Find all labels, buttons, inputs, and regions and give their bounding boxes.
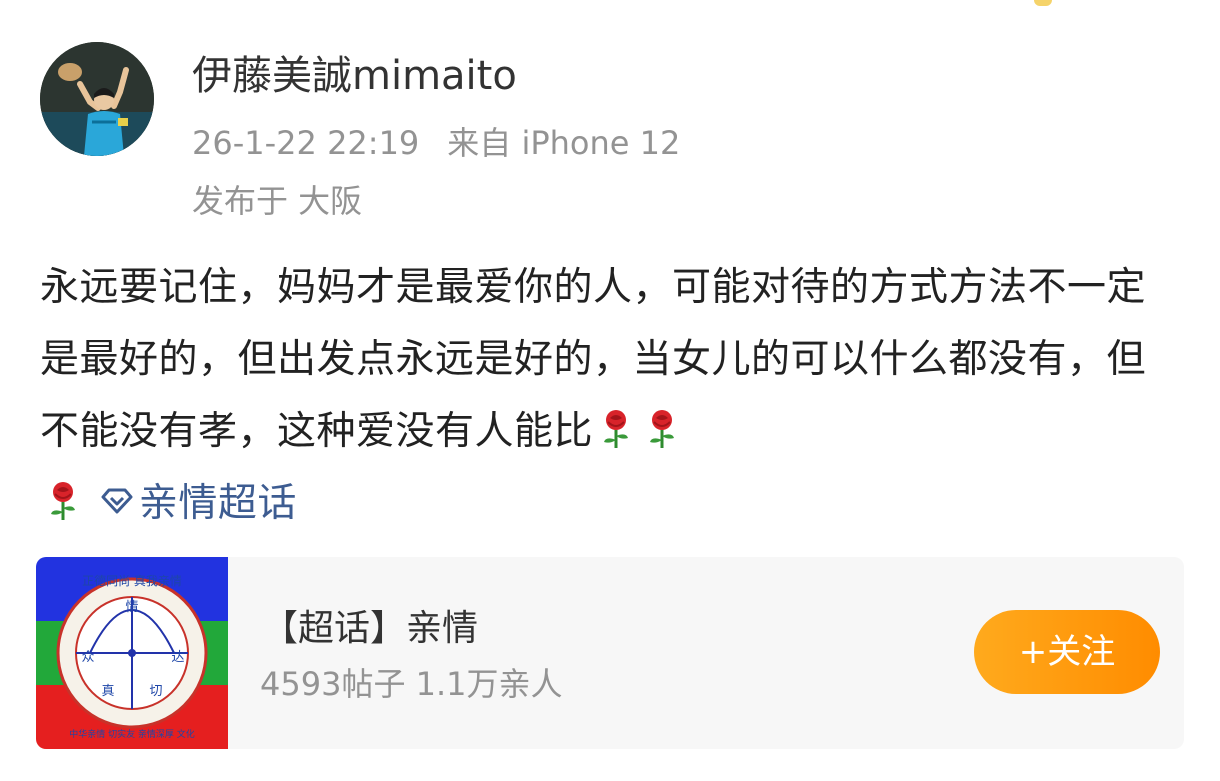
diamond-icon <box>99 468 135 514</box>
logo-ring-text: 正德同尚 真我亲情 <box>82 573 182 588</box>
rose-icon <box>640 402 684 448</box>
author-name[interactable]: 伊藤美誠mimaito <box>192 50 517 102</box>
topic-link-label: 亲情超话 <box>138 481 297 526</box>
follow-button[interactable]: +关注 <box>974 610 1160 694</box>
topic-stats: 4593帖子 1.1万亲人 <box>260 665 563 703</box>
post-body: 永远要记住，妈妈才是最爱你的人，可能对待的方式方法不一定是最好的，但出发点永远是… <box>40 252 1185 540</box>
post-meta: 26-1-22 22:19 来自 iPhone 12 <box>192 122 680 164</box>
post-text: 永远要记住，妈妈才是最爱你的人，可能对待的方式方法不一定是最好的，但出发点永远是… <box>40 265 1147 454</box>
rose-icon <box>41 474 85 520</box>
top-edge-decoration <box>1034 0 1052 6</box>
topic-title[interactable]: 【超话】亲情 <box>262 607 478 651</box>
logo-left: 众 <box>81 650 94 665</box>
author-avatar[interactable] <box>40 42 154 156</box>
super-topic-card[interactable]: 正德同尚 真我亲情 情 众 达 真 切 中华亲情 切实友 亲情深厚 文化 【超话… <box>36 557 1184 749</box>
post-source: 来自 iPhone 12 <box>447 124 681 162</box>
topic-link[interactable]: 亲情超话 <box>99 481 297 526</box>
logo-bottom-left: 真 <box>101 684 114 699</box>
rose-icon <box>594 402 638 448</box>
logo-ring-bottom: 中华亲情 切实友 亲情深厚 文化 <box>69 728 195 740</box>
logo-bottom-right: 切 <box>149 684 162 699</box>
topic-logo: 正德同尚 真我亲情 情 众 达 真 切 中华亲情 切实友 亲情深厚 文化 <box>36 557 228 749</box>
post-location: 发布于 大阪 <box>192 182 363 220</box>
logo-center-top: 情 <box>125 600 138 615</box>
logo-right: 达 <box>171 650 184 665</box>
post-timestamp: 26-1-22 22:19 <box>192 124 420 162</box>
